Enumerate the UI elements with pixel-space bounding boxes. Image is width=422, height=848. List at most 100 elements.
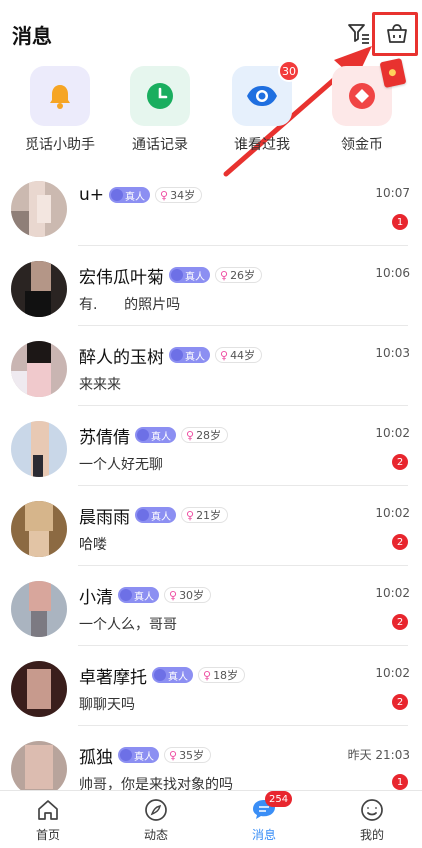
female-icon: ♀ [220,348,229,362]
message-preview: 一个人么，哥哥 [79,617,177,633]
verified-badge: 真人 [118,747,159,763]
conversation-row[interactable]: 晨雨雨 真人 ♀ 21岁 哈喽 10:02 2 [0,486,422,566]
tab-label: 消息 [251,828,276,842]
message-time: 10:07 [375,186,410,200]
conversation-row[interactable]: 小清 真人 ♀ 30岁 一个人么，哥哥 10:02 2 [0,566,422,646]
avatar [11,501,67,557]
name-line: 小清 真人 ♀ 30岁 [79,584,212,608]
conversation-row[interactable]: 醉人的玉树 真人 ♀ 44岁 来来来 10:03 [0,326,422,406]
age-label: 30岁 [179,589,205,602]
female-icon: ♀ [186,508,195,522]
tab-profile[interactable]: 我的 [330,797,414,843]
tab-label: 动态 [143,828,168,842]
verified-label: 真人 [125,191,146,203]
female-icon: ♀ [169,588,178,602]
message-time: 10:02 [375,586,410,600]
age-label: 44岁 [230,349,256,362]
bottom-tab-bar: 首页 动态 254 消息 我的 [0,790,422,848]
message-time: 昨天 21:03 [347,748,410,762]
conversation-row[interactable]: 宏伟瓜叶菊 真人 ♀ 26岁 有. 的照片吗 10:06 [0,246,422,326]
quick-action-label: 谁看过我 [234,137,290,153]
verified-label: 真人 [134,591,154,603]
age-label: 28岁 [196,429,222,442]
tab-label: 首页 [35,828,60,842]
female-icon: ♀ [203,668,212,682]
conversation-row[interactable]: 苏倩倩 真人 ♀ 28岁 一个人好无聊 10:02 2 [0,406,422,486]
conversation-list: u+ 真人 ♀ 34岁 10:07 1 宏伟瓜叶菊 真人 ♀ 26岁 有. 的照片吗… [0,166,422,806]
person-icon [154,669,166,681]
message-preview: 聊聊天吗 [79,697,135,713]
age-label: 26岁 [230,269,256,282]
age-tag: ♀ 26岁 [215,267,263,283]
verified-badge: 真人 [135,507,176,523]
avatar [11,261,67,317]
avatar [11,421,67,477]
verified-badge: 真人 [109,187,151,203]
quick-action-label: 领金币 [341,137,383,153]
verified-badge: 真人 [118,587,159,603]
messages-badge: 254 [265,791,293,807]
person-icon [171,269,183,281]
contact-name: 苏倩倩 [79,427,130,448]
tab-home[interactable]: 首页 [6,797,90,843]
bell-icon [50,85,70,109]
verified-label: 真人 [151,431,171,443]
female-icon: ♀ [186,428,195,442]
person-icon [120,589,132,601]
quick-tile [130,66,190,126]
contact-name: 醉人的玉树 [79,347,164,368]
message-time: 10:02 [375,506,410,520]
tab-messages[interactable]: 254 消息 [222,791,306,843]
filter-icon[interactable] [344,18,374,48]
annotation-highlight-box [372,12,418,56]
name-line: 晨雨雨 真人 ♀ 21岁 [79,504,229,528]
quick-action-call-log[interactable]: 通话记录 [114,66,206,154]
tab-feed[interactable]: 动态 [114,797,198,843]
person-icon [137,509,149,521]
age-tag: ♀ 18岁 [198,667,246,683]
coin-icon [349,83,375,109]
message-time: 10:03 [375,346,410,360]
conversation-row[interactable]: 卓著摩托 真人 ♀ 18岁 聊聊天吗 10:02 2 [0,646,422,726]
name-line: 宏伟瓜叶菊 真人 ♀ 26岁 [79,264,263,288]
visitors-badge: 30 [278,60,300,82]
unread-badge: 2 [392,614,408,630]
chat-icon: 254 [251,791,293,823]
age-label: 21岁 [196,509,222,522]
verified-badge: 真人 [169,267,210,283]
age-tag: ♀ 44岁 [215,347,263,363]
age-tag: ♀ 28岁 [181,427,229,443]
verified-badge: 真人 [152,667,193,683]
quick-action-visitors[interactable]: 30 谁看过我 [216,60,308,154]
unread-badge: 2 [392,534,408,550]
avatar [11,661,67,717]
verified-label: 真人 [168,671,188,683]
name-line: 苏倩倩 真人 ♀ 28岁 [79,424,229,448]
age-tag: ♀ 34岁 [155,187,203,203]
message-preview: 有. 的照片吗 [79,297,181,313]
header: 消息 [0,0,422,64]
verified-badge: 真人 [135,427,176,443]
unread-badge: 2 [392,454,408,470]
quick-action-assistant[interactable]: 觅话小助手 [14,66,106,154]
contact-name: 卓著摩托 [79,667,147,688]
conversation-row[interactable]: u+ 真人 ♀ 34岁 10:07 1 [0,166,422,246]
clock-icon [147,83,173,109]
page-title: 消息 [12,24,52,48]
message-time: 10:02 [375,666,410,680]
contact-name: u+ [79,185,105,205]
message-preview: 来来来 [79,377,121,393]
person-icon [111,189,124,201]
female-icon: ♀ [160,188,169,202]
message-preview: 哈喽 [79,537,107,553]
quick-tile: 30 [232,60,300,126]
avatar [11,741,67,797]
unread-badge: 1 [392,774,408,790]
verified-badge: 真人 [169,347,210,363]
verified-label: 真人 [134,751,154,763]
age-tag: ♀ 35岁 [164,747,212,763]
contact-name: 小清 [79,587,113,608]
contact-name: 晨雨雨 [79,507,130,528]
avatar [11,581,67,637]
verified-label: 真人 [185,351,205,363]
